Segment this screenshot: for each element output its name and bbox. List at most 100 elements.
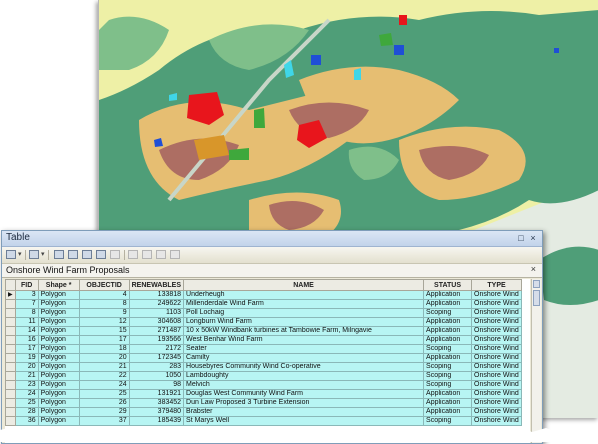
cell-name[interactable]: Brabster [183,407,425,417]
clear-selection-icon[interactable] [82,250,92,259]
column-header-renewables[interactable]: RENEWABLES [128,279,185,291]
row-selector[interactable] [5,335,16,345]
cell-fid[interactable]: 24 [14,389,39,399]
tab-table-title[interactable]: Onshore Wind Farm Proposals [6,265,130,275]
cell-objectid[interactable]: 26 [78,398,130,408]
cell-shape[interactable]: Polygon [37,407,80,417]
row-selector[interactable] [5,371,16,381]
cell-objectid[interactable]: 9 [78,308,130,318]
cell-status[interactable]: Application [423,353,473,363]
table-row[interactable]: 21 Polygon 22 1050 Lambdoughty Scoping Onshore… [5,371,523,381]
cell-fid[interactable]: 28 [14,407,39,417]
cell-renewables[interactable]: 131921 [128,389,185,399]
cell-type[interactable]: Onshore Wind [471,317,523,327]
column-header-status[interactable]: STATUS [423,279,473,291]
scroll-thumb[interactable] [533,290,540,306]
cell-objectid[interactable]: 4 [78,290,130,300]
cell-renewables[interactable]: 383452 [128,398,185,408]
cell-shape[interactable]: Polygon [37,398,80,408]
cell-type[interactable]: Onshore Wind [471,371,523,381]
table-row[interactable]: 14 Polygon 15 271487 10 x 50kW Windbank turb… [5,326,523,336]
current-row-marker-icon[interactable]: ▶ [5,290,16,300]
cell-name[interactable]: Underheugh [183,290,425,300]
cell-type[interactable]: Onshore Wind [471,380,523,390]
cell-objectid[interactable]: 22 [78,371,130,381]
cell-shape[interactable]: Polygon [37,299,80,309]
row-selector[interactable] [5,398,16,408]
cell-type[interactable]: Onshore Wind [471,299,523,309]
cell-name[interactable]: 10 x 50kW Windbank turbines at Tambowie … [183,326,425,336]
related-tables-icon[interactable] [29,250,39,259]
cell-fid[interactable]: 14 [14,326,39,336]
row-selector[interactable] [5,344,16,354]
cell-fid[interactable]: 25 [14,398,39,408]
row-selector[interactable] [5,389,16,399]
cell-objectid[interactable]: 29 [78,407,130,417]
cell-fid[interactable]: 3 [14,290,39,300]
cell-renewables[interactable]: 172345 [128,353,185,363]
table-row[interactable]: 17 Polygon 18 2172 Seater Scoping Onshore Wind [5,344,523,354]
cell-shape[interactable]: Polygon [37,380,80,390]
copy-selection-icon[interactable] [128,250,138,259]
cell-fid[interactable]: 7 [14,299,39,309]
cell-shape[interactable]: Polygon [37,371,80,381]
cell-objectid[interactable]: 20 [78,353,130,363]
cell-name[interactable]: Millenderdale Wind Farm [183,299,425,309]
pin-window-icon[interactable]: □ [516,233,526,243]
cell-type[interactable]: Onshore Wind [471,389,523,399]
row-selector[interactable] [5,362,16,372]
cell-renewables[interactable]: 1050 [128,371,185,381]
cell-status[interactable]: Application [423,389,473,399]
column-header-fid[interactable]: FID [14,279,39,291]
cell-shape[interactable]: Polygon [37,344,80,354]
row-selector[interactable] [5,353,16,363]
cell-type[interactable]: Onshore Wind [471,326,523,336]
cell-fid[interactable]: 16 [14,335,39,345]
close-window-icon[interactable]: × [528,233,538,243]
related-tables-dropdown-icon[interactable]: ▾ [41,250,45,258]
row-selector[interactable] [5,326,16,336]
switch-selection-icon[interactable] [68,250,78,259]
table-options-icon[interactable] [6,250,16,259]
cell-renewables[interactable]: 249622 [128,299,185,309]
cell-renewables[interactable]: 2172 [128,344,185,354]
cell-name[interactable]: Camilty [183,353,425,363]
cell-fid[interactable]: 11 [14,317,39,327]
column-header-type[interactable]: TYPE [471,279,523,291]
cell-status[interactable]: Application [423,326,473,336]
cell-name[interactable]: Poll Lochaig [183,308,425,318]
cell-type[interactable]: Onshore Wind [471,344,523,354]
cell-name[interactable]: West Benhar Wind Farm [183,335,425,345]
table-row[interactable]: 7 Polygon 8 249622 Millenderdale Wind Farm Ap… [5,299,523,309]
cell-name[interactable]: Seater [183,344,425,354]
cell-renewables[interactable]: 133818 [128,290,185,300]
table-row[interactable]: 8 Polygon 9 1103 Poll Lochaig Scoping Onshore … [5,308,523,318]
table-row[interactable]: 28 Polygon 29 379480 Brabster Application Onsh… [5,407,523,417]
cell-fid[interactable]: 17 [14,344,39,354]
cell-status[interactable]: Scoping [423,308,473,318]
cell-renewables[interactable]: 1103 [128,308,185,318]
cell-renewables[interactable]: 283 [128,362,185,372]
cell-type[interactable]: Onshore Wind [471,398,523,408]
table-row[interactable]: 16 Polygon 17 193566 West Benhar Wind Farm Ap… [5,335,523,345]
cell-objectid[interactable]: 24 [78,380,130,390]
cell-shape[interactable]: Polygon [37,353,80,363]
cell-name[interactable]: Longburn Wind Farm [183,317,425,327]
table-row[interactable]: 24 Polygon 25 131921 Douglas West Community … [5,389,523,399]
cell-name[interactable]: Lambdoughty [183,371,425,381]
column-header-name[interactable]: NAME [183,279,425,291]
cell-name[interactable]: Douglas West Community Wind Farm [183,389,425,399]
cell-status[interactable]: Scoping [423,371,473,381]
cell-type[interactable]: Onshore Wind [471,362,523,372]
cell-status[interactable]: Application [423,335,473,345]
table-row[interactable]: 19 Polygon 20 172345 Camilty Application Onsho… [5,353,523,363]
cell-name[interactable]: Dun Law Proposed 3 Turbine Extension [183,398,425,408]
cell-objectid[interactable]: 15 [78,326,130,336]
table-options-dropdown-icon[interactable]: ▾ [18,250,22,258]
cell-status[interactable]: Application [423,290,473,300]
table-row[interactable]: ▶ 3 Polygon 4 133818 Underheugh Application Ons… [5,290,523,300]
paste-icon[interactable] [142,250,152,259]
table-row[interactable]: 25 Polygon 26 383452 Dun Law Proposed 3 Turb… [5,398,523,408]
cell-status[interactable]: Scoping [423,362,473,372]
attribute-grid[interactable]: FID Shape * OBJECTID RENEWABLES NAME STA… [5,279,530,443]
